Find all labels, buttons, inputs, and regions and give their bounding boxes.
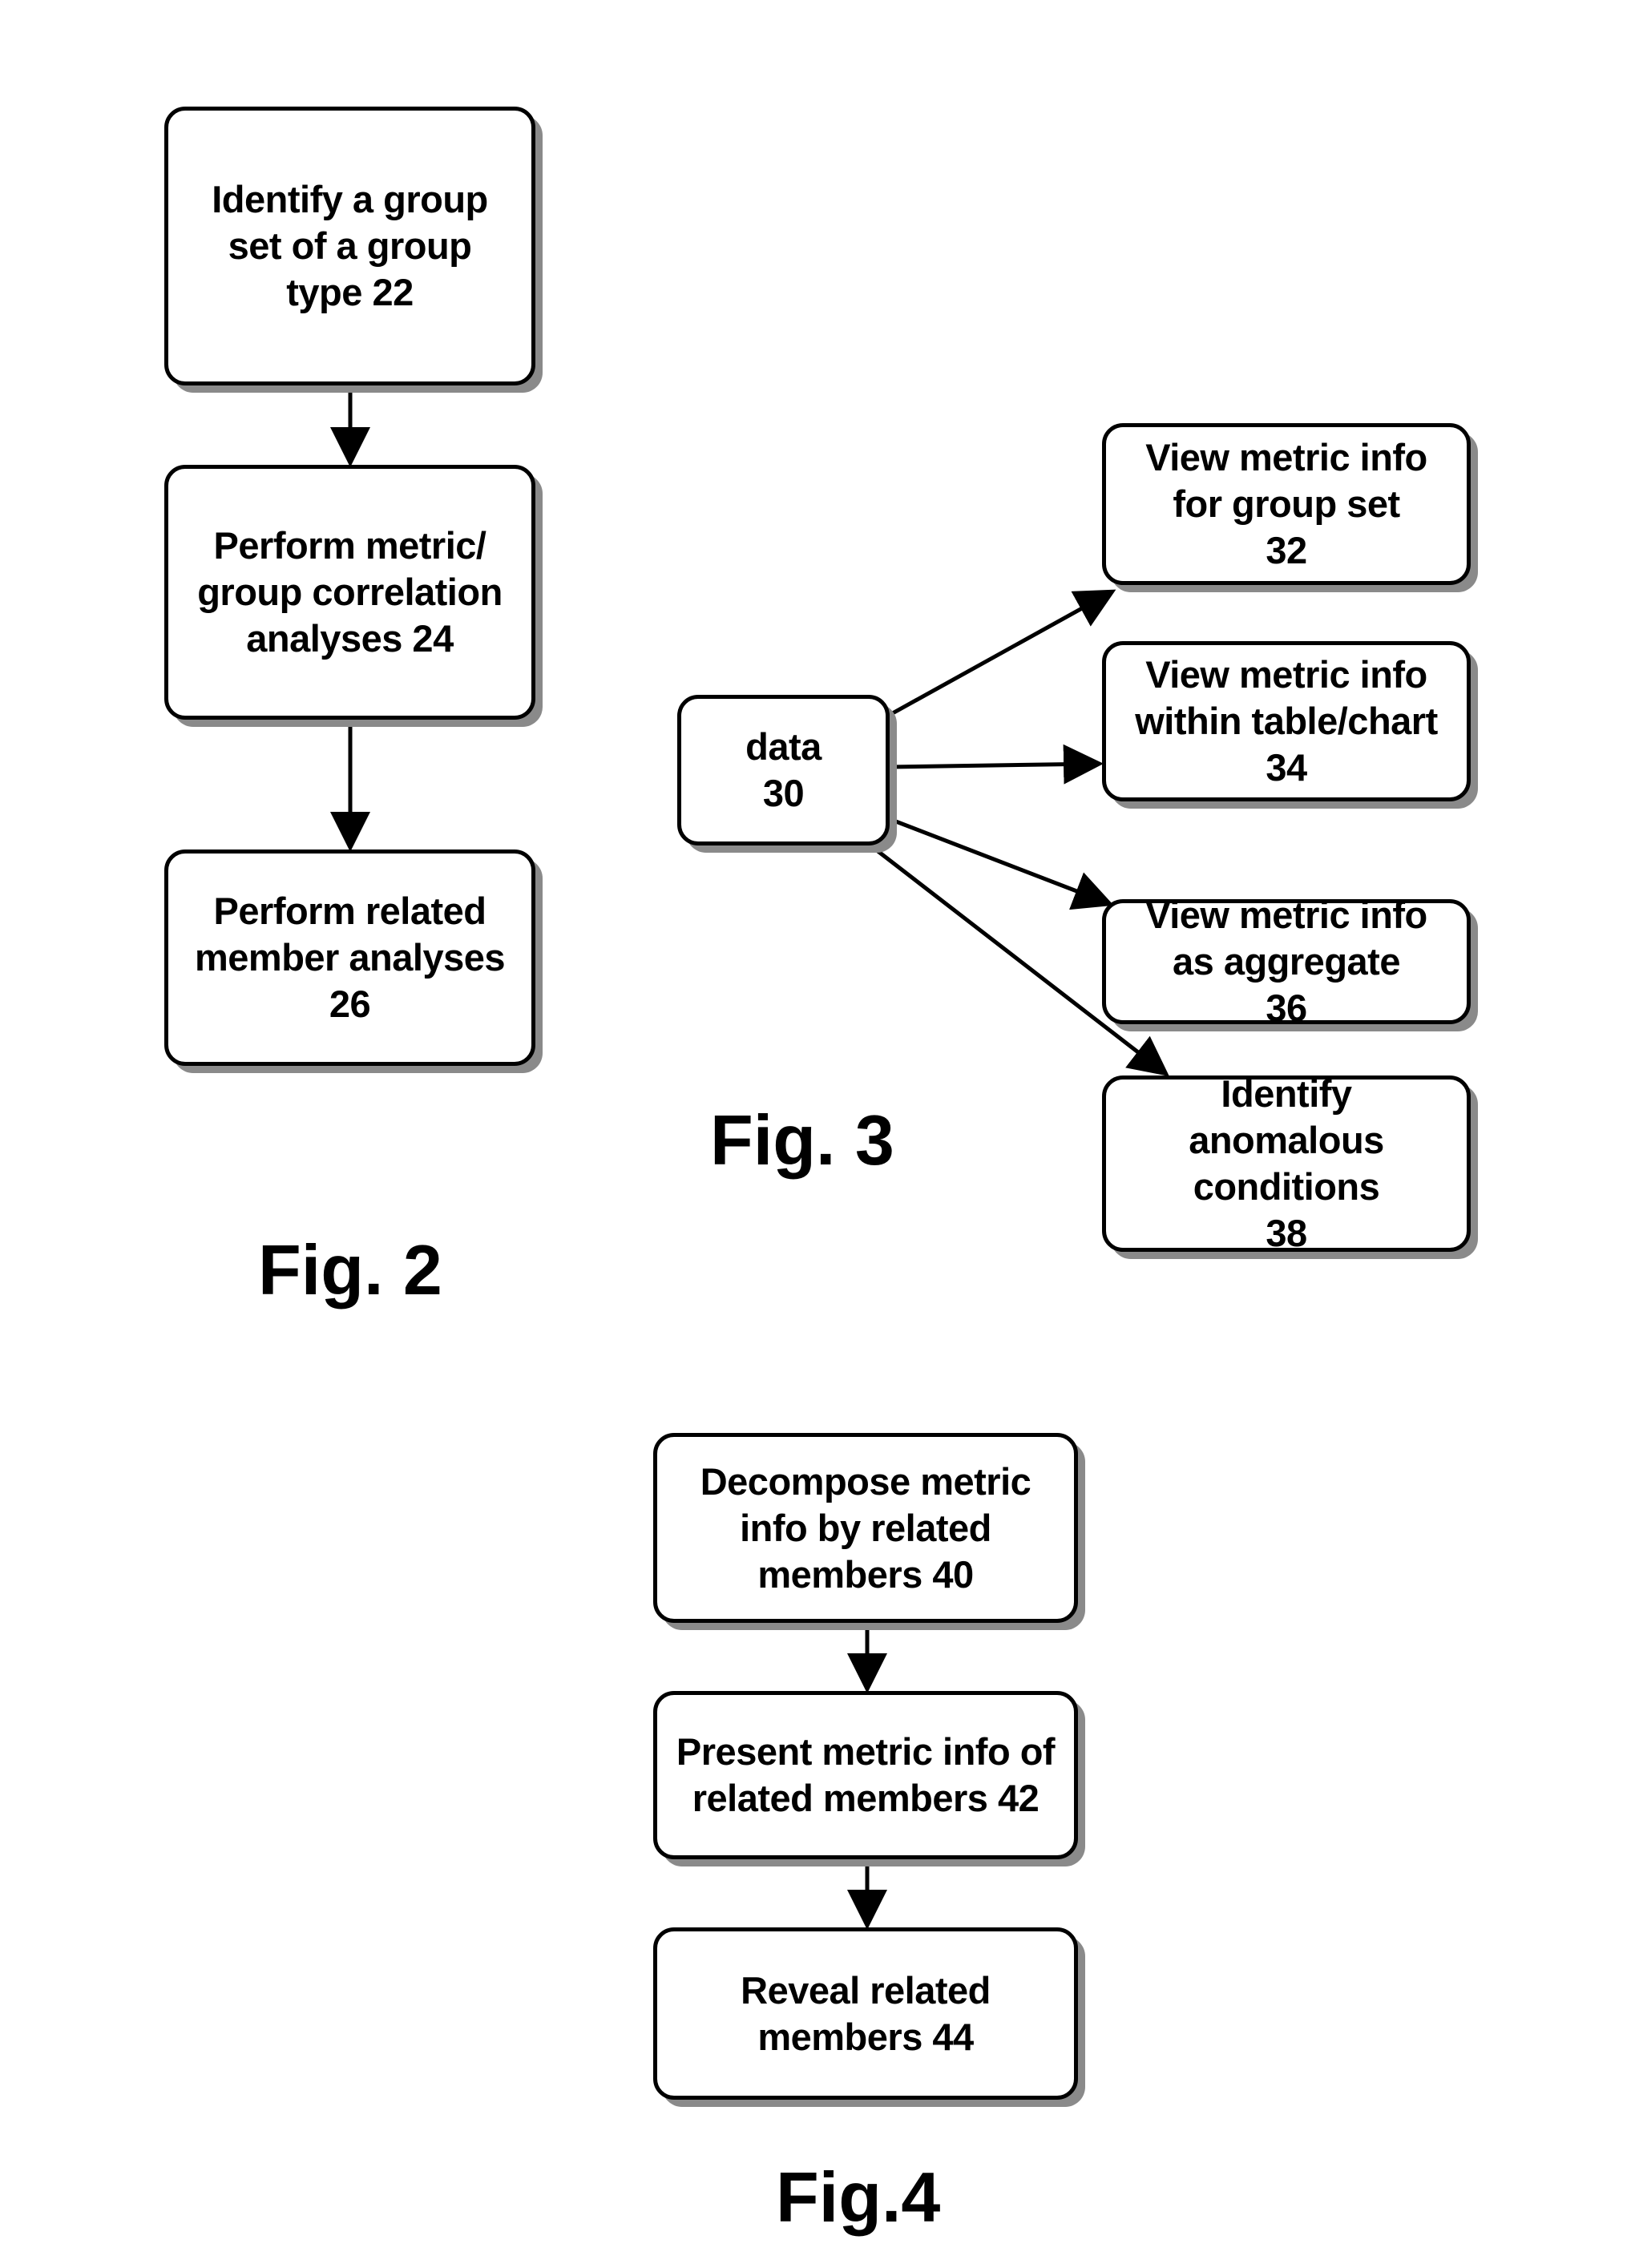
step-34-box: View metric info within table/chart 34 [1102,641,1471,801]
fig-2-caption: Fig. 2 [258,1230,442,1310]
data-30-label: data 30 [745,725,822,814]
arrow-30-to-36 [889,817,1114,910]
step-40-label: Decompose metric info by related members… [700,1459,1031,1596]
step-44-box: Reveal related members 44 [653,1927,1078,2100]
step-26-label: Perform related member analyses 26 [194,890,506,1025]
step-22-box: Identify a group set of a group type 22 [164,107,535,385]
step-24-label: Perform metric/ group correlation analys… [197,524,503,660]
step-42-box: Present metric info of related members 4… [653,1691,1078,1859]
step-22-label: Identify a group set of a group type 22 [212,178,488,313]
arrow-30-to-34 [889,744,1104,785]
step-38-label: Identify anomalous conditions 38 [1189,1072,1384,1254]
fig-3-caption: Fig. 3 [710,1100,894,1180]
step-40-box: Decompose metric info by related members… [653,1433,1078,1623]
step-26-box: Perform related member analyses 26 [164,849,535,1066]
fig-4-caption: Fig.4 [776,2157,941,2237]
arrow-30-to-32 [888,589,1116,717]
step-36-label: View metric info as aggregate 36 [1145,894,1427,1029]
step-44-label: Reveal related members 44 [741,1968,991,2058]
step-32-label: View metric info for group set 32 [1145,436,1427,571]
step-36-box: View metric info as aggregate 36 [1102,894,1471,1029]
step-32-box: View metric info for group set 32 [1102,423,1471,585]
data-30-box: data 30 [677,695,890,845]
step-38-box: Identify anomalous conditions 38 [1102,1072,1471,1254]
step-42-label: Present metric info of related members 4… [676,1730,1056,1819]
step-24-box: Perform metric/ group correlation analys… [164,465,535,720]
step-34-label: View metric info within table/chart 34 [1135,653,1438,789]
